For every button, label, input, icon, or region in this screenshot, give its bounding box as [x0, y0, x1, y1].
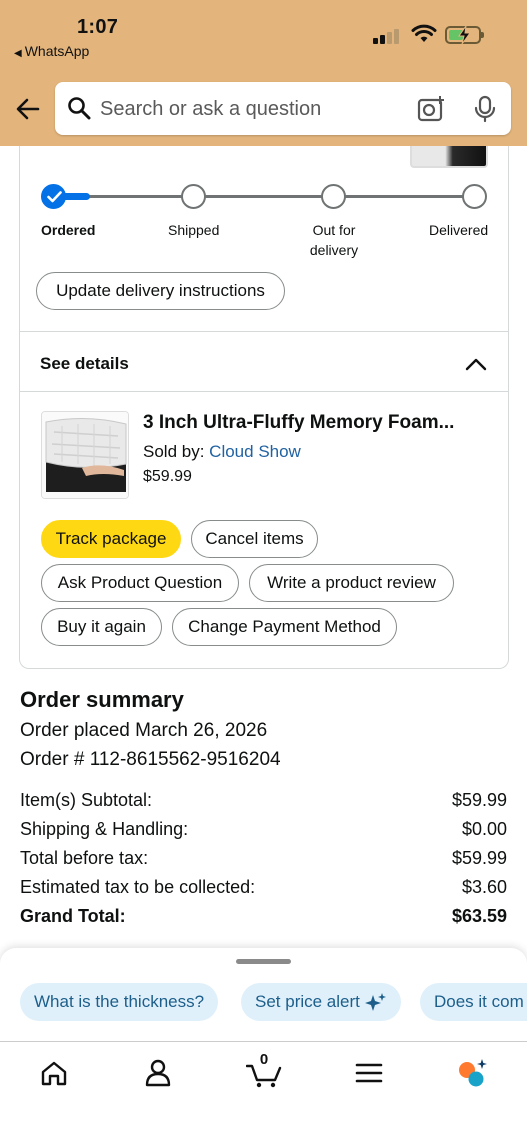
back-app-label: WhatsApp [24, 43, 90, 59]
charging-bolt-icon [458, 25, 471, 45]
status-time: 1:07 [77, 16, 119, 38]
account-icon[interactable] [140, 1056, 176, 1090]
summary-label: Item(s) Subtotal: [20, 790, 153, 810]
summary-label: Shipping & Handling: [20, 819, 189, 839]
track-package-button[interactable]: Track package [41, 520, 181, 558]
wifi-icon [411, 24, 437, 42]
chip-label: What is the thickness? [34, 992, 205, 1011]
back-arrow-icon[interactable] [14, 95, 42, 123]
cart-button[interactable]: 0 [245, 1051, 282, 1090]
step-out-for-delivery-dot [321, 184, 346, 209]
step-ordered-label: Ordered [41, 222, 96, 238]
ask-product-question-button[interactable]: Ask Product Question [41, 564, 239, 602]
summary-row-shipping: Shipping & Handling: $0.00 [20, 819, 507, 840]
menu-icon[interactable] [351, 1056, 387, 1090]
summary-label: Total before tax: [20, 848, 149, 868]
battery-icon [445, 25, 484, 45]
search-bar[interactable] [55, 82, 511, 135]
search-input[interactable] [100, 94, 400, 124]
summary-value: $59.99 [451, 848, 507, 868]
sparkle-icon [364, 993, 386, 1011]
checkmark-icon [47, 191, 62, 203]
chip-price-alert[interactable]: Set price alert [241, 983, 401, 1021]
summary-value: $59.99 [451, 790, 507, 810]
cancel-items-button[interactable]: Cancel items [191, 520, 318, 558]
chip-label: Set price alert [255, 992, 360, 1011]
order-number: Order # 112-8615562-9516204 [20, 749, 281, 770]
chip-label: Does it com [434, 992, 524, 1011]
summary-value: $3.60 [461, 877, 507, 897]
signal-icon [373, 28, 403, 44]
write-product-review-button[interactable]: Write a product review [249, 564, 454, 602]
back-to-app-link[interactable]: ◀ WhatsApp [14, 43, 89, 59]
divider [20, 391, 508, 392]
step-shipped-dot [181, 184, 206, 209]
sold-by-label: Sold by: [143, 442, 205, 461]
sold-by: Sold by: Cloud Show [143, 442, 301, 462]
rufus-icon[interactable] [456, 1056, 492, 1090]
buy-it-again-button[interactable]: Buy it again [41, 608, 162, 646]
status-indicators [373, 24, 484, 46]
assistant-sheet: What is the thickness? Set price alert D… [0, 948, 527, 1142]
app-header: 1:07 ◀ WhatsApp [0, 0, 527, 146]
summary-row-estimated-tax: Estimated tax to be collected: $3.60 [20, 877, 507, 898]
chip-thickness-question[interactable]: What is the thickness? [20, 983, 219, 1021]
back-triangle-icon: ◀ [14, 48, 22, 59]
camera-search-icon[interactable] [417, 95, 445, 123]
summary-row-subtotal: Item(s) Subtotal: $59.99 [20, 790, 507, 811]
step-shipped-label: Shipped [168, 222, 220, 238]
progress-track [54, 195, 474, 198]
cart-count: 0 [259, 1051, 269, 1068]
summary-label: Estimated tax to be collected: [20, 877, 256, 897]
product-title-link[interactable]: 3 Inch Ultra-Fluffy Memory Foam... [143, 412, 493, 434]
change-payment-method-button[interactable]: Change Payment Method [172, 608, 397, 646]
update-delivery-instructions-button[interactable]: Update delivery instructions [36, 272, 285, 310]
summary-row-total-before-tax: Total before tax: $59.99 [20, 848, 507, 869]
order-card: Ordered Shipped Out for delivery Deliver… [19, 146, 509, 669]
microphone-icon[interactable] [473, 95, 497, 123]
mattress-topper-image [42, 412, 128, 498]
summary-value: $0.00 [461, 819, 507, 839]
bottom-nav: 0 [0, 1041, 527, 1142]
search-icon [68, 97, 91, 120]
step-ordered-dot [41, 184, 66, 209]
home-icon[interactable] [36, 1056, 72, 1090]
step-out-for-delivery-label: Out for delivery [309, 222, 359, 258]
see-details-toggle[interactable]: See details [40, 354, 129, 374]
summary-row-grand-total: Grand Total: $63.59 [20, 906, 507, 927]
divider [20, 331, 508, 332]
order-placed-date: Order placed March 26, 2026 [20, 720, 268, 741]
summary-value: $63.59 [451, 906, 507, 926]
step-delivered-dot [462, 184, 487, 209]
summary-label: Grand Total: [20, 906, 126, 926]
product-image[interactable] [41, 411, 129, 499]
seller-link[interactable]: Cloud Show [209, 442, 301, 461]
product-price: $59.99 [143, 468, 192, 485]
sheet-drag-handle[interactable] [236, 959, 291, 964]
product-thumbnail-partial [410, 146, 488, 168]
order-summary-title: Order summary [20, 687, 184, 712]
chip-compatibility-question[interactable]: Does it com [420, 983, 527, 1021]
chevron-up-icon[interactable] [464, 354, 488, 374]
step-delivered-label: Delivered [429, 222, 489, 238]
